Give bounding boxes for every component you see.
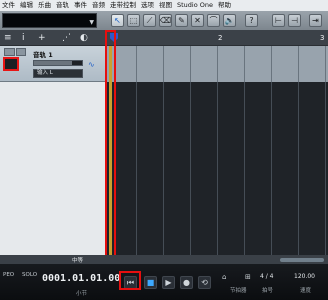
help-button[interactable]: ? [245, 14, 258, 27]
menu-song[interactable]: 乐曲 [38, 0, 51, 11]
split-tool-button[interactable]: ⟋ [143, 14, 156, 27]
ruler-mark-2: 2 [218, 34, 223, 42]
status-peo: PEO [3, 272, 15, 278]
menu-studio-one[interactable]: Studio One [177, 0, 213, 11]
snap-icon: ⊣ [291, 15, 298, 25]
menu-view[interactable]: 视图 [159, 0, 172, 11]
solo-button[interactable] [15, 48, 26, 56]
gridline [271, 46, 272, 255]
listen-tool-icon: 🔈 [224, 15, 235, 25]
playhead-highlight-box [105, 30, 116, 260]
snap-button[interactable]: ⊣ [288, 14, 301, 27]
loop-icon: ⟲ [201, 277, 208, 287]
rewind-highlight-box [119, 271, 141, 290]
bend-tool-icon: ⌒ [209, 15, 218, 25]
mute-solo-buttons[interactable] [4, 48, 26, 56]
gridline [136, 46, 137, 255]
info-icon[interactable]: i [22, 32, 25, 44]
song-selector[interactable]: ▼ [2, 13, 97, 28]
mute-button[interactable] [4, 48, 15, 56]
mute-tool-icon: ✕ [194, 15, 201, 25]
timeline-ruler[interactable]: 1 2 3 [106, 30, 328, 46]
list-icon[interactable]: ≡ [4, 32, 12, 44]
arrange-status-bar: 中等 [0, 255, 328, 264]
transport-bar: PEO SOLO 0001.01.01.00 小节 ⏮ ■ ▶ ● ⟲ ⌂ 节拍… [0, 264, 328, 300]
input-selector[interactable]: 输入 L [33, 69, 83, 78]
toggle-icon: ⇥ [312, 15, 319, 25]
play-icon: ▶ [165, 277, 172, 287]
studio-one-window: 文件 编辑 乐曲 音轨 事件 音频 走带控制 选项 视图 Studio One … [0, 0, 328, 300]
help-icon: ? [249, 15, 254, 25]
volume-fader[interactable] [33, 60, 83, 66]
range-tool-icon: ⬚ [129, 15, 138, 25]
toolbar: ▼ ↖ ⬚ ⟋ ⌫ ✎ ✕ ⌒ 🔈 ? ⊢ ⊣ ⇥ [0, 11, 328, 30]
arrow-tool-icon: ↖ [114, 15, 121, 25]
gridline [325, 46, 326, 255]
time-icon[interactable]: ◐ [80, 32, 88, 44]
range-tool-button[interactable]: ⬚ [127, 14, 140, 27]
time-signature-label: 拍号 [262, 288, 274, 294]
toggle-button[interactable]: ⇥ [309, 14, 322, 27]
split-tool-icon: ⟋ [146, 15, 153, 25]
play-button[interactable]: ▶ [162, 276, 175, 289]
ruler-mark-3: 3 [320, 34, 325, 42]
add-track-icon[interactable]: + [38, 32, 46, 44]
menu-transport[interactable]: 走带控制 [110, 0, 136, 11]
menu-bar: 文件 编辑 乐曲 音轨 事件 音频 走带控制 选项 视图 Studio One … [0, 0, 328, 11]
waveform-icon: ∿ [88, 60, 95, 69]
bend-tool-button[interactable]: ⌒ [207, 14, 220, 27]
track-list-empty-area [0, 82, 106, 255]
stop-button[interactable]: ■ [144, 276, 157, 289]
eraser-tool-icon: ⌫ [159, 15, 172, 25]
status-solo: SOLO [22, 272, 38, 278]
record-icon: ● [183, 277, 190, 287]
paint-tool-icon: ✎ [178, 15, 185, 25]
record-button[interactable]: ● [180, 276, 193, 289]
gridline [163, 46, 164, 255]
metronome-label: 节拍器 [230, 288, 247, 294]
time-display-label: 小节 [76, 291, 88, 297]
zoom-label: 中等 [72, 258, 84, 264]
metronome-icon[interactable]: ⌂ [222, 273, 226, 281]
menu-options[interactable]: 选项 [141, 0, 154, 11]
loop-button[interactable]: ⟲ [198, 276, 211, 289]
time-signature[interactable]: 4 / 4 [260, 273, 273, 280]
paint-tool-button[interactable]: ✎ [175, 14, 188, 27]
eraser-tool-button[interactable]: ⌫ [159, 14, 172, 27]
record-arm-highlight[interactable] [3, 57, 19, 71]
arrow-tool-button[interactable]: ↖ [111, 14, 124, 27]
gridline [298, 46, 299, 255]
menu-track[interactable]: 音轨 [56, 0, 69, 11]
menu-audio[interactable]: 音频 [92, 0, 105, 11]
listen-tool-button[interactable]: 🔈 [223, 14, 236, 27]
menu-help[interactable]: 帮助 [218, 0, 231, 11]
automation-icon[interactable]: ⋰ [62, 32, 71, 44]
volume-fader-fill [34, 61, 73, 65]
quantize-icon: ⊢ [275, 15, 282, 25]
grid-icon[interactable]: ⊞ [245, 273, 251, 281]
chevron-down-icon: ▼ [89, 19, 94, 26]
stop-icon: ■ [146, 277, 155, 287]
mute-tool-button[interactable]: ✕ [191, 14, 204, 27]
tempo-label: 速度 [300, 288, 312, 294]
time-display[interactable]: 0001.01.01.00 [42, 273, 120, 284]
gridline [244, 46, 245, 255]
track-row[interactable]: 音轨 1 输入 L ∿ [0, 46, 106, 82]
menu-file[interactable]: 文件 [2, 0, 15, 11]
gridline [217, 46, 218, 255]
gridline [190, 46, 191, 255]
track-header-toolbar: ≡ i + ⋰ ◐ [0, 30, 106, 46]
horizontal-scrollbar[interactable] [280, 258, 324, 262]
tempo-value[interactable]: 120.00 [294, 273, 315, 280]
menu-edit[interactable]: 编辑 [20, 0, 33, 11]
track-name[interactable]: 音轨 1 [33, 49, 53, 59]
quantize-button[interactable]: ⊢ [272, 14, 285, 27]
menu-event[interactable]: 事件 [74, 0, 87, 11]
